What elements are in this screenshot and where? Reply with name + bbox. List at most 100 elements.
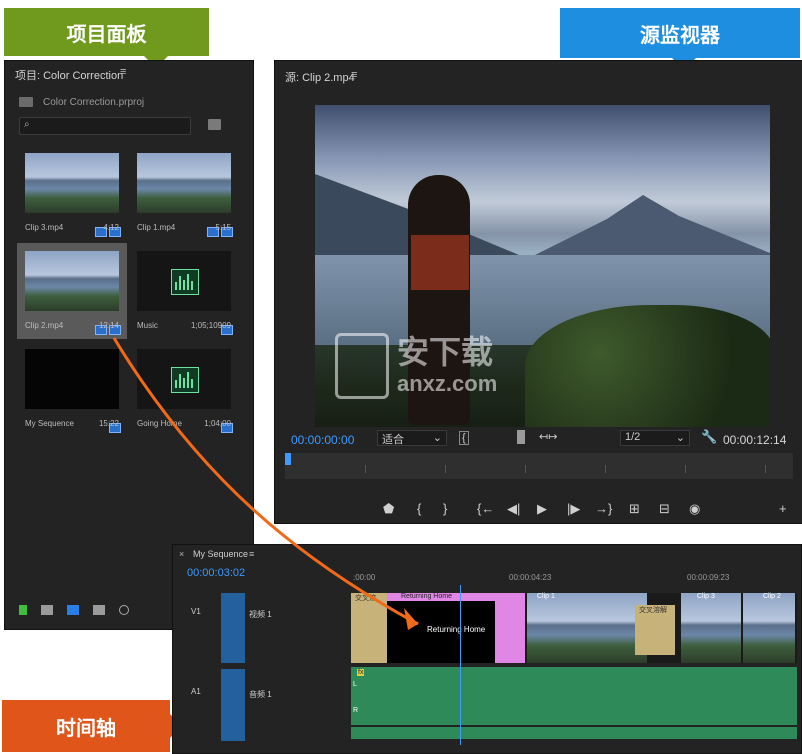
source-monitor: 源: Clip 2.mp4 ≡ 安下载 anxz.com 00:00:00:00… <box>274 60 802 524</box>
volcano-shape <box>535 195 770 255</box>
mark-in-icon[interactable]: { <box>417 501 421 516</box>
source-current-timecode[interactable]: 00:00:00:00 <box>291 433 354 447</box>
a1-track: fx L R <box>351 667 797 725</box>
clip-2[interactable]: Clip 2 <box>743 593 795 663</box>
item-name: Clip 2.mp4 <box>25 321 64 330</box>
item-name: Music <box>137 321 158 330</box>
a1-track-name[interactable]: 音频 1 <box>249 689 272 700</box>
clip-overlay-text: Returning Home <box>427 625 486 634</box>
project-item-clip3[interactable]: Clip 3.mp4 4:12 <box>17 145 127 241</box>
freeform-view-icon[interactable] <box>93 605 105 615</box>
fx-badge: fx <box>357 669 365 676</box>
sequence-tab[interactable]: My Sequence <box>193 549 248 559</box>
cross-dissolve-transition[interactable]: 交叉溶解 <box>635 605 675 655</box>
audio-clip-waveform[interactable] <box>351 727 797 739</box>
tick-label: :00:00 <box>353 573 376 582</box>
clip-thumbnail <box>25 153 119 213</box>
source-time-ruler[interactable] <box>285 453 793 479</box>
add-marker-icon[interactable]: ⬟ <box>383 501 394 517</box>
folder-icon <box>19 97 33 107</box>
tick-label: 00:00:04:23 <box>509 573 552 582</box>
chevron-down-icon: ⌄ <box>675 432 685 444</box>
tick-label: 00:00:09:23 <box>687 573 730 582</box>
sequence-thumbnail <box>25 349 119 409</box>
go-to-out-icon[interactable]: →} <box>595 501 612 516</box>
a2-track <box>351 727 797 739</box>
clip-returning-home[interactable]: Returning Home Returning Home <box>387 593 495 663</box>
clip-1[interactable]: Clip 1 <box>527 593 647 663</box>
search-input[interactable]: ⌕ <box>19 117 191 135</box>
overwrite-icon[interactable]: ⊟ <box>659 501 670 517</box>
source-monitor-callout: 源监视器 <box>560 8 800 70</box>
zoom-fit-select[interactable]: 适合 ⌄ <box>377 430 447 446</box>
icon-view-icon[interactable] <box>67 605 79 615</box>
playback-resolution-select[interactable]: 1/2 ⌄ <box>620 430 690 446</box>
chevron-down-icon: ⌄ <box>432 432 442 444</box>
project-item-music[interactable]: Music 1;05;10909 <box>129 243 239 339</box>
v1-target-toggle[interactable] <box>221 593 245 663</box>
project-item-clip2[interactable]: Clip 2.mp4 12:14 <box>17 243 127 339</box>
settings-bracket-icon[interactable]: { <box>459 431 469 445</box>
add-button-icon[interactable]: + <box>779 501 787 516</box>
timeline-current-timecode[interactable]: 00:00:03:02 <box>187 567 245 579</box>
cross-dissolve-transition[interactable]: 交叉溶 <box>351 593 387 663</box>
v1-track-name[interactable]: 视频 1 <box>249 609 272 620</box>
a1-source-label: A1 <box>191 687 201 696</box>
project-panel-callout: 项目面板 <box>4 8 209 68</box>
drag-audio-icon[interactable]: ↤↦ <box>539 430 557 443</box>
audio-thumbnail <box>137 349 231 409</box>
a1-target-toggle[interactable] <box>221 669 245 741</box>
playhead[interactable] <box>285 453 291 465</box>
wrench-icon[interactable]: 🔧 <box>701 429 717 445</box>
right-channel-label: R <box>353 707 359 714</box>
item-name: Clip 3.mp4 <box>25 223 64 232</box>
panel-menu-icon[interactable]: ≡ <box>249 549 254 559</box>
mark-out-icon[interactable]: } <box>443 501 447 516</box>
source-duration-timecode: 00:00:12:14 <box>723 433 787 447</box>
video-preview: 安下载 anxz.com <box>315 105 770 427</box>
zoom-slider-handle[interactable] <box>119 605 129 615</box>
panel-menu-icon[interactable]: ≡ <box>351 69 357 81</box>
project-bin-grid: Clip 3.mp4 4:12 Clip 1.mp4 5:15 Clip 2.m… <box>17 145 239 585</box>
insert-icon[interactable]: ⊞ <box>629 501 640 517</box>
transition-label: 交叉溶解 <box>639 607 667 614</box>
source-monitor-title[interactable]: 源: Clip 2.mp4 <box>285 69 355 85</box>
play-icon[interactable]: ▶ <box>537 501 547 517</box>
watermark-url: anxz.com <box>397 371 498 396</box>
timeline-playhead[interactable] <box>460 585 461 745</box>
item-duration: 5:15 <box>215 223 231 232</box>
drag-video-icon[interactable] <box>517 430 525 444</box>
search-icon: ⌕ <box>24 119 30 130</box>
close-icon[interactable]: × <box>179 549 184 559</box>
item-duration: 15:22 <box>98 419 119 428</box>
pink-clip[interactable] <box>495 593 525 663</box>
clip-3[interactable]: Clip 3 <box>681 593 741 663</box>
find-icon[interactable] <box>208 119 221 130</box>
transition-label: 交叉溶 <box>355 595 376 602</box>
clip-thumbnail <box>137 153 231 213</box>
list-view-icon[interactable] <box>41 605 53 615</box>
timeline-panel: × My Sequence ≡ 00:00:03:02 :00:00 00:00… <box>172 544 802 754</box>
pencil-icon[interactable] <box>19 605 27 615</box>
clip-thumbnail <box>25 251 119 311</box>
audio-clip-waveform[interactable] <box>351 667 797 725</box>
project-item-going-home[interactable]: Going Home 1;04;00 <box>129 341 239 437</box>
v1-track: 交叉溶 Returning Home Returning Home Clip 1… <box>351 593 797 663</box>
item-duration: 1;05;10909 <box>190 321 231 330</box>
fit-label: 适合 <box>382 434 404 446</box>
project-item-clip1[interactable]: Clip 1.mp4 5:15 <box>129 145 239 241</box>
export-frame-icon[interactable]: ◉ <box>689 501 700 517</box>
project-item-sequence[interactable]: My Sequence 15:22 <box>17 341 127 437</box>
project-panel-title[interactable]: 项目: Color Correction <box>15 67 123 83</box>
clip-label: Returning Home <box>401 593 452 600</box>
panel-menu-icon[interactable]: ≡ <box>120 66 126 78</box>
project-file-name: Color Correction.prproj <box>43 97 145 108</box>
item-duration: 12:14 <box>98 321 119 330</box>
foliage-shape <box>525 305 770 427</box>
step-back-icon[interactable]: ◀| <box>507 501 520 517</box>
audio-thumbnail <box>137 251 231 311</box>
go-to-in-icon[interactable]: {← <box>477 501 494 516</box>
transport-controls: ⬟ { } {← ◀| ▶ |▶ →} ⊞ ⊟ ◉ + <box>275 501 802 519</box>
clip-label: Clip 2 <box>763 593 781 600</box>
step-forward-icon[interactable]: |▶ <box>567 501 580 517</box>
